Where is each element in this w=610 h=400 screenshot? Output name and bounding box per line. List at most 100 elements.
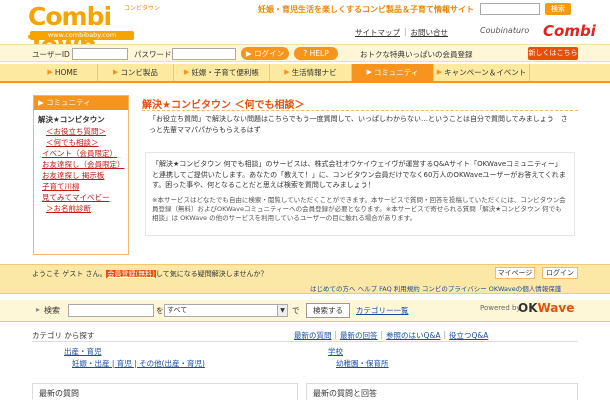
category-header: カテゴリ から探す 最新の質問 | 最新の回答 | 参照のはいQ&A | 役立つQ&A (32, 328, 578, 342)
tab-parenting-guide[interactable]: ▶ 妊娠・子育て便利帳 (174, 64, 270, 81)
password-label: パスワード (134, 50, 172, 59)
powered-by-label: Powered by (480, 304, 521, 312)
welcome-suffix: して気になる疑問解決しませんか？ (155, 270, 268, 278)
panel-title: 最新の質問 (39, 389, 79, 398)
sidebar-item-senryu[interactable]: 子育て川柳 (42, 181, 128, 192)
login-button-label: ログイン (254, 49, 285, 58)
arrow-icon: ▶ (366, 68, 372, 76)
search-icon: ▸ (36, 305, 41, 314)
arrow-icon: ▶ (47, 68, 53, 76)
sidebar-menu: ＜お役立ち質問＞ ＜何でも相談＞ イベント（会員限定） お友達探し（会員限定） … (34, 126, 128, 214)
sidebar-title: ▶ コミュニティ (34, 96, 128, 110)
useful-qa-link[interactable]: 役立つQ&A (449, 330, 488, 341)
link-separator: | (334, 330, 338, 339)
sidebar-item-useful-questions[interactable]: ＜お役立ち質問＞ (42, 126, 128, 137)
welcome-bar: ようこそ ゲスト さん。会員登録(無料)して気になる疑問解決しませんか？ マイペ… (0, 264, 610, 280)
category-column: 学校 幼稚園・保育所 (328, 346, 389, 368)
sidebar-title-label: コミュニティ (46, 98, 91, 107)
login-small-button[interactable]: ログイン (542, 267, 578, 279)
tab-life-navi[interactable]: ▶ 生活情報ナビ (270, 64, 352, 81)
tab-label: キャンペーン＆イベント (444, 68, 527, 77)
help-links-bar: はじめての方へ ヘルプ FAQ 利用規約 コンビのプライバシー OKWaveの個… (0, 280, 610, 294)
category-list-link[interactable]: カテゴリー一覧 (356, 305, 409, 316)
welcome-prefix: ようこそ ゲスト さん。 (32, 270, 107, 278)
sidebar-item-friend-search[interactable]: お友達探し（会員限定） (42, 159, 128, 170)
category-birth-childcare[interactable]: 出産・育児 (64, 347, 102, 356)
sidebar-item-events[interactable]: イベント（会員限定） (42, 148, 128, 159)
latest-questions-link[interactable]: 最新の質問 (294, 330, 332, 341)
sidebar-item-anything-consult[interactable]: ＜何でも相談＞ (42, 137, 128, 148)
qa-search-input[interactable] (68, 304, 154, 317)
popular-qa-link[interactable]: 参照のはいQ&A (386, 330, 440, 341)
subcategory-links[interactable]: 妊娠・出産 | 育児 | その他(出産・育児) (72, 358, 205, 369)
user-id-label: ユーザーID (32, 50, 70, 59)
tab-community[interactable]: ▶ コミュニティ (352, 64, 434, 81)
tab-campaign[interactable]: ▶ キャンペーン＆イベント (434, 64, 530, 81)
qa-links: 最新の質問 | 最新の回答 | 参照のはいQ&A | 役立つQ&A (294, 330, 488, 341)
latest-questions-panel: 最新の質問 (32, 383, 298, 400)
password-input[interactable] (172, 48, 236, 60)
link-separator: | (380, 330, 384, 339)
tab-label: 妊娠・子育て便利帳 (191, 68, 259, 77)
arrow-icon: ▶ (38, 98, 47, 107)
latest-answers-link[interactable]: 最新の回答 (340, 330, 378, 341)
category-school[interactable]: 学校 (328, 347, 343, 356)
arrow-icon: ▶ (436, 68, 443, 76)
promo-text: おトクな特典いっぱいの会員登録 (360, 50, 473, 59)
sitemap-link[interactable]: サイトマップ (355, 27, 400, 38)
search-scope-value: すべて (167, 306, 188, 314)
register-button[interactable]: 新しくはこちら (528, 47, 578, 60)
search-particle-de: で (292, 306, 300, 315)
site-tagline: 妊娠・育児生活を楽しくするコンビ製品＆子育て情報サイト (258, 5, 474, 14)
panel-title: 最新の質問と回答 (313, 389, 377, 398)
sidebar-item-my-baby[interactable]: 見てみてマイベビー (42, 192, 128, 203)
service-note: ※本サービスはどなたでも自由に検索・閲覧していただくことができます。本サービスで… (152, 195, 566, 222)
tab-combi-products[interactable]: ▶ コンビ製品 (98, 64, 174, 81)
subcategory-kindergarten[interactable]: 幼稚園・保育所 (336, 358, 389, 369)
category-title: カテゴリ から探す (32, 331, 95, 340)
okwave-ok: OK (518, 301, 538, 315)
okwave-wave: Wave (537, 301, 575, 315)
member-register-link[interactable]: 会員登録(無料) (106, 270, 156, 278)
user-id-input[interactable] (72, 48, 128, 60)
page-title: 解決★コンビタウン ＜何でも相談＞ (142, 96, 578, 111)
tab-label: HOME (54, 68, 78, 77)
sidebar-item-name-diagnosis[interactable]: ＞お名前診断 (42, 203, 128, 214)
coubinaturo-logo[interactable]: Coubinaturo (480, 26, 529, 35)
help-button[interactable]: ? HELP (294, 47, 338, 60)
welcome-message: ようこそ ゲスト さん。会員登録(無料)して気になる疑問解決しませんか？ (32, 269, 268, 279)
help-button-label: HELP (309, 49, 329, 58)
site-search-button[interactable]: 検索 (545, 3, 571, 15)
contact-link[interactable]: お問い合せ (411, 27, 449, 38)
service-description: 「解決★コンビタウン 何でも相談」のサービスは、株式会社オウケイウェイヴが運営す… (145, 152, 575, 236)
tab-label: 生活情報ナビ (291, 68, 337, 77)
site-header: Combi Town コンビタウン www.combibaby.com 妊娠・育… (0, 0, 610, 59)
okwave-logo[interactable]: OKWave (518, 301, 574, 315)
help-links[interactable]: はじめての方へ ヘルプ FAQ 利用規約 コンビのプライバシー OKWaveの個… (310, 283, 561, 293)
login-bar: ユーザーID パスワード ▶ ログイン ? HELP おトクな特典いっぱいの会員… (0, 44, 610, 62)
qa-search-button[interactable]: 検索する (306, 303, 350, 318)
tab-label: コンビ製品 (120, 68, 158, 77)
combi-brand-logo[interactable]: Combi (543, 22, 596, 40)
search-scope-select[interactable]: すべて ▼ (164, 304, 288, 317)
search-particle: を (156, 306, 164, 315)
category-list: 出産・育児 妊娠・出産 | 育児 | その他(出産・育児) 学校 幼稚園・保育所 (52, 346, 572, 376)
category-column: 出産・育児 妊娠・出産 | 育児 | その他(出産・育児) (64, 346, 205, 368)
sidebar-subtitle: 解決★コンビタウン (38, 115, 105, 124)
combi-town-logo[interactable]: Combi Town コンビタウン www.combibaby.com (28, 3, 168, 59)
sidebar-item-friend-board[interactable]: お友達探し 掲示板 (42, 170, 128, 181)
site-search-input[interactable] (480, 3, 540, 15)
logo-kana: コンビタウン (124, 5, 161, 12)
arrow-icon: ▶ (284, 68, 290, 76)
login-button[interactable]: ▶ ログイン (241, 47, 289, 60)
search-label: 検索 (44, 306, 60, 315)
link-separator: | (443, 330, 446, 339)
qa-search-bar: ▸ 検索 を すべて ▼ で 検索する カテゴリー一覧 Powered by O… (0, 300, 610, 322)
tab-home[interactable]: ▶ HOME (28, 64, 98, 81)
mypage-button[interactable]: マイページ (495, 267, 535, 279)
link-separator: | (404, 27, 407, 36)
arrow-icon: ▶ (113, 68, 119, 76)
header-links: サイトマップ | お問い合せ (355, 27, 448, 38)
latest-qa-panel: 最新の質問と回答 (306, 383, 578, 400)
arrow-icon: ▶ (245, 49, 255, 58)
